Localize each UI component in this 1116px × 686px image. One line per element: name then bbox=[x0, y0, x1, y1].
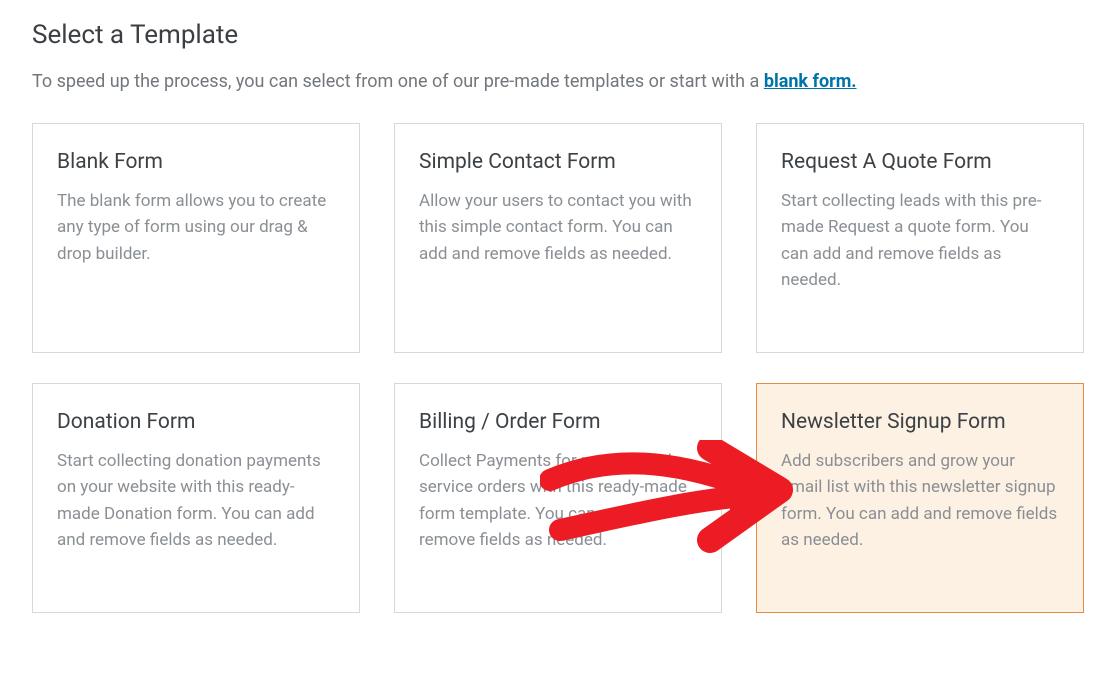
card-desc: Add subscribers and grow your email list… bbox=[781, 448, 1059, 553]
card-title: Simple Contact Form bbox=[419, 150, 697, 174]
subtitle-text: To speed up the process, you can select … bbox=[32, 71, 764, 92]
card-desc: Start collecting donation payments on yo… bbox=[57, 448, 335, 553]
blank-form-link[interactable]: blank form. bbox=[764, 71, 857, 92]
template-card-blank-form[interactable]: Blank Form The blank form allows you to … bbox=[32, 123, 360, 353]
template-card-simple-contact[interactable]: Simple Contact Form Allow your users to … bbox=[394, 123, 722, 353]
card-desc: The blank form allows you to create any … bbox=[57, 188, 335, 267]
card-title: Billing / Order Form bbox=[419, 410, 697, 434]
card-desc: Collect Payments for product and service… bbox=[419, 448, 697, 553]
template-card-newsletter-signup[interactable]: Newsletter Signup Form Add subscribers a… bbox=[756, 383, 1084, 613]
page-title: Select a Template bbox=[32, 20, 1084, 50]
card-title: Donation Form bbox=[57, 410, 335, 434]
card-desc: Allow your users to contact you with thi… bbox=[419, 188, 697, 267]
page-subtitle: To speed up the process, you can select … bbox=[32, 68, 1084, 95]
card-title: Newsletter Signup Form bbox=[781, 410, 1059, 434]
card-desc: Start collecting leads with this pre-mad… bbox=[781, 188, 1059, 293]
template-card-donation[interactable]: Donation Form Start collecting donation … bbox=[32, 383, 360, 613]
card-title: Request A Quote Form bbox=[781, 150, 1059, 174]
template-grid: Blank Form The blank form allows you to … bbox=[32, 123, 1084, 613]
template-card-billing-order[interactable]: Billing / Order Form Collect Payments fo… bbox=[394, 383, 722, 613]
card-title: Blank Form bbox=[57, 150, 335, 174]
template-card-request-quote[interactable]: Request A Quote Form Start collecting le… bbox=[756, 123, 1084, 353]
